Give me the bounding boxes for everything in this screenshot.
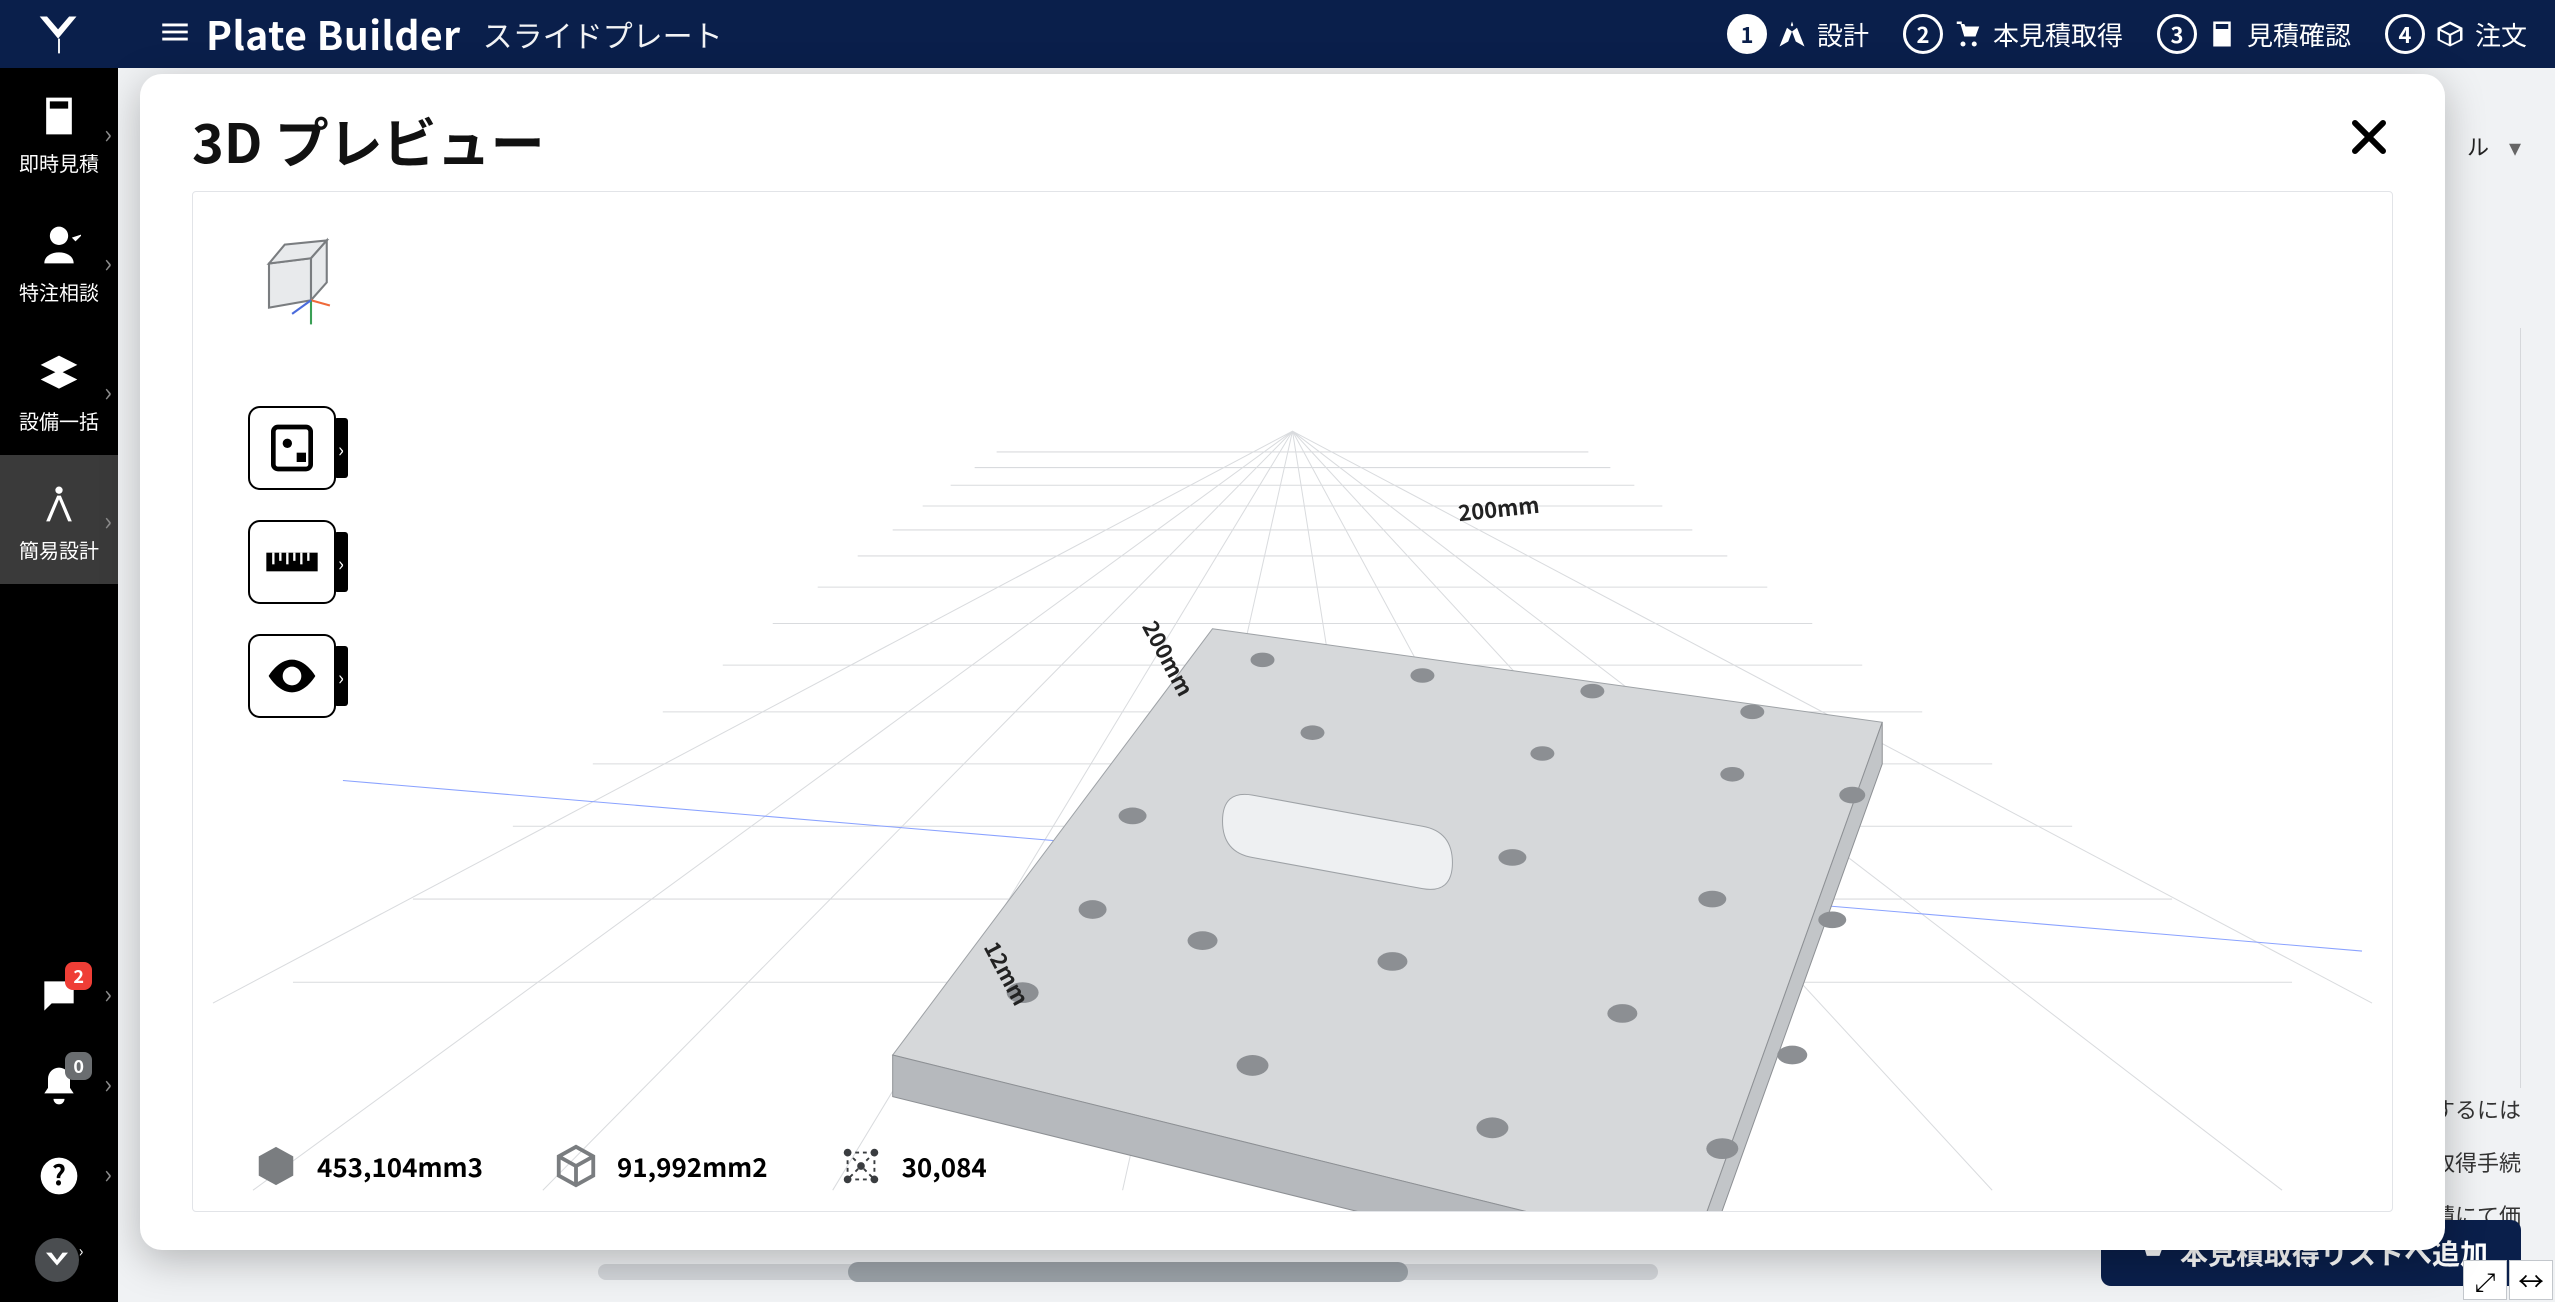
brand-round-icon xyxy=(35,1238,79,1282)
svg-text:?: ? xyxy=(52,1154,66,1193)
cube-wire-icon xyxy=(553,1143,599,1189)
calculator-icon xyxy=(2207,19,2237,49)
sidebar-item-label: 即時見積 xyxy=(19,148,99,177)
sidebar-item-custom-consult[interactable]: 特注相談 › xyxy=(0,197,118,326)
fit-width-button[interactable]: ↔ xyxy=(2509,1260,2553,1300)
step-num: 4 xyxy=(2385,14,2425,54)
header-bar: Plate Builder スライドプレート 1 設計 2 本見積取得 3 見積… xyxy=(0,0,2555,68)
sidebar: 即時見積 › 特注相談 › 設備一括 › 簡易設計 › 2 › 0 › ? › … xyxy=(0,68,118,1302)
app-subtitle: スライドプレート xyxy=(483,12,723,56)
sidebar-item-label: 簡易設計 xyxy=(19,535,99,564)
step-num: 2 xyxy=(1903,14,1943,54)
corner-tools: ⤢ ↔ xyxy=(2463,1260,2553,1300)
step-order[interactable]: 4 注文 xyxy=(2385,14,2527,54)
stat-value: 453,104mm3 xyxy=(317,1148,483,1185)
help-icon: ? xyxy=(37,1154,81,1198)
3d-viewport-container: 200mm 200mm 12mm › › xyxy=(192,191,2393,1212)
step-label: 見積確認 xyxy=(2247,16,2351,53)
view-measure-button[interactable]: › xyxy=(248,520,336,604)
sidebar-item-chat[interactable]: 2 › xyxy=(0,948,118,1038)
cube-solid-icon xyxy=(253,1143,299,1189)
sidebar-item-label: 設備一括 xyxy=(19,406,99,435)
stat-faces: 30,084 xyxy=(838,1143,987,1189)
expander-icon: › xyxy=(334,646,348,706)
step-label: 注文 xyxy=(2475,16,2527,53)
step-design[interactable]: 1 設計 xyxy=(1727,14,1869,54)
bell-badge: 0 xyxy=(65,1052,92,1080)
right-panel-header: ル ▾ xyxy=(2467,128,2521,163)
calculator-icon xyxy=(37,94,81,138)
chevron-right-icon: › xyxy=(104,372,112,409)
sidebar-item-label: 特注相談 xyxy=(19,277,99,306)
blueprint-icon xyxy=(264,420,320,476)
stack-icon xyxy=(37,352,81,396)
orientation-gizmo[interactable] xyxy=(248,232,332,326)
panel-label: ル xyxy=(2467,130,2489,162)
view-visibility-button[interactable]: › xyxy=(248,634,336,718)
sidebar-footer-logo[interactable]: › xyxy=(0,1218,118,1302)
expander-icon: › xyxy=(334,418,348,478)
compass-icon xyxy=(1777,19,1807,49)
drafting-compass-icon xyxy=(37,481,81,525)
mesh-icon xyxy=(838,1143,884,1189)
step-quote[interactable]: 2 本見積取得 xyxy=(1903,14,2123,54)
model-stats: 453,104mm3 91,992mm2 30,084 xyxy=(253,1143,987,1189)
3d-viewport[interactable] xyxy=(193,192,2392,1211)
step-num: 1 xyxy=(1727,14,1767,54)
modal-title: 3D プレビュー xyxy=(192,100,545,179)
step-label: 設計 xyxy=(1817,16,1869,53)
chevron-right-icon: › xyxy=(79,1238,84,1282)
stat-value: 91,992mm2 xyxy=(617,1148,768,1185)
stat-volume: 453,104mm3 xyxy=(253,1143,483,1189)
brand-icon xyxy=(36,11,82,57)
expander-icon: › xyxy=(334,532,348,592)
chat-badge: 2 xyxy=(65,962,92,990)
hamburger-icon[interactable] xyxy=(158,15,192,54)
logo xyxy=(0,11,118,57)
step-num: 3 xyxy=(2157,14,2197,54)
sidebar-item-notifications[interactable]: 0 › xyxy=(0,1038,118,1128)
wizard-steps: 1 設計 2 本見積取得 3 見積確認 4 注文 xyxy=(1727,14,2555,54)
sidebar-item-simple-design[interactable]: 簡易設計 › xyxy=(0,455,118,584)
view-blueprint-button[interactable]: › xyxy=(248,406,336,490)
chevron-down-icon[interactable]: ▾ xyxy=(2509,128,2521,163)
package-icon xyxy=(2435,19,2465,49)
chevron-right-icon: › xyxy=(104,501,112,538)
stat-surface: 91,992mm2 xyxy=(553,1143,768,1189)
close-icon xyxy=(2345,113,2393,161)
sidebar-item-instant-quote[interactable]: 即時見積 › xyxy=(0,68,118,197)
viewport-toolbar: › › › xyxy=(248,232,336,718)
step-confirm[interactable]: 3 見積確認 xyxy=(2157,14,2351,54)
preview-modal: 3D プレビュー xyxy=(140,74,2445,1250)
h-scrollbar-thumb[interactable] xyxy=(848,1262,1408,1282)
stat-value: 30,084 xyxy=(902,1148,987,1185)
person-check-icon xyxy=(37,223,81,267)
modal-header: 3D プレビュー xyxy=(140,74,2445,187)
close-button[interactable] xyxy=(2345,113,2393,166)
chevron-right-icon: › xyxy=(104,975,112,1012)
app-title: Plate Builder xyxy=(206,6,461,62)
step-label: 本見積取得 xyxy=(1993,16,2123,53)
cart-icon xyxy=(1953,19,1983,49)
chevron-right-icon: › xyxy=(104,114,112,151)
sidebar-item-equipment-bulk[interactable]: 設備一括 › xyxy=(0,326,118,455)
chevron-right-icon: › xyxy=(104,1155,112,1192)
chevron-right-icon: › xyxy=(104,243,112,280)
chevron-right-icon: › xyxy=(104,1065,112,1102)
sidebar-item-help[interactable]: ? › xyxy=(0,1128,118,1218)
expand-button[interactable]: ⤢ xyxy=(2463,1260,2507,1300)
eye-icon xyxy=(264,648,320,704)
ruler-icon xyxy=(264,534,320,590)
